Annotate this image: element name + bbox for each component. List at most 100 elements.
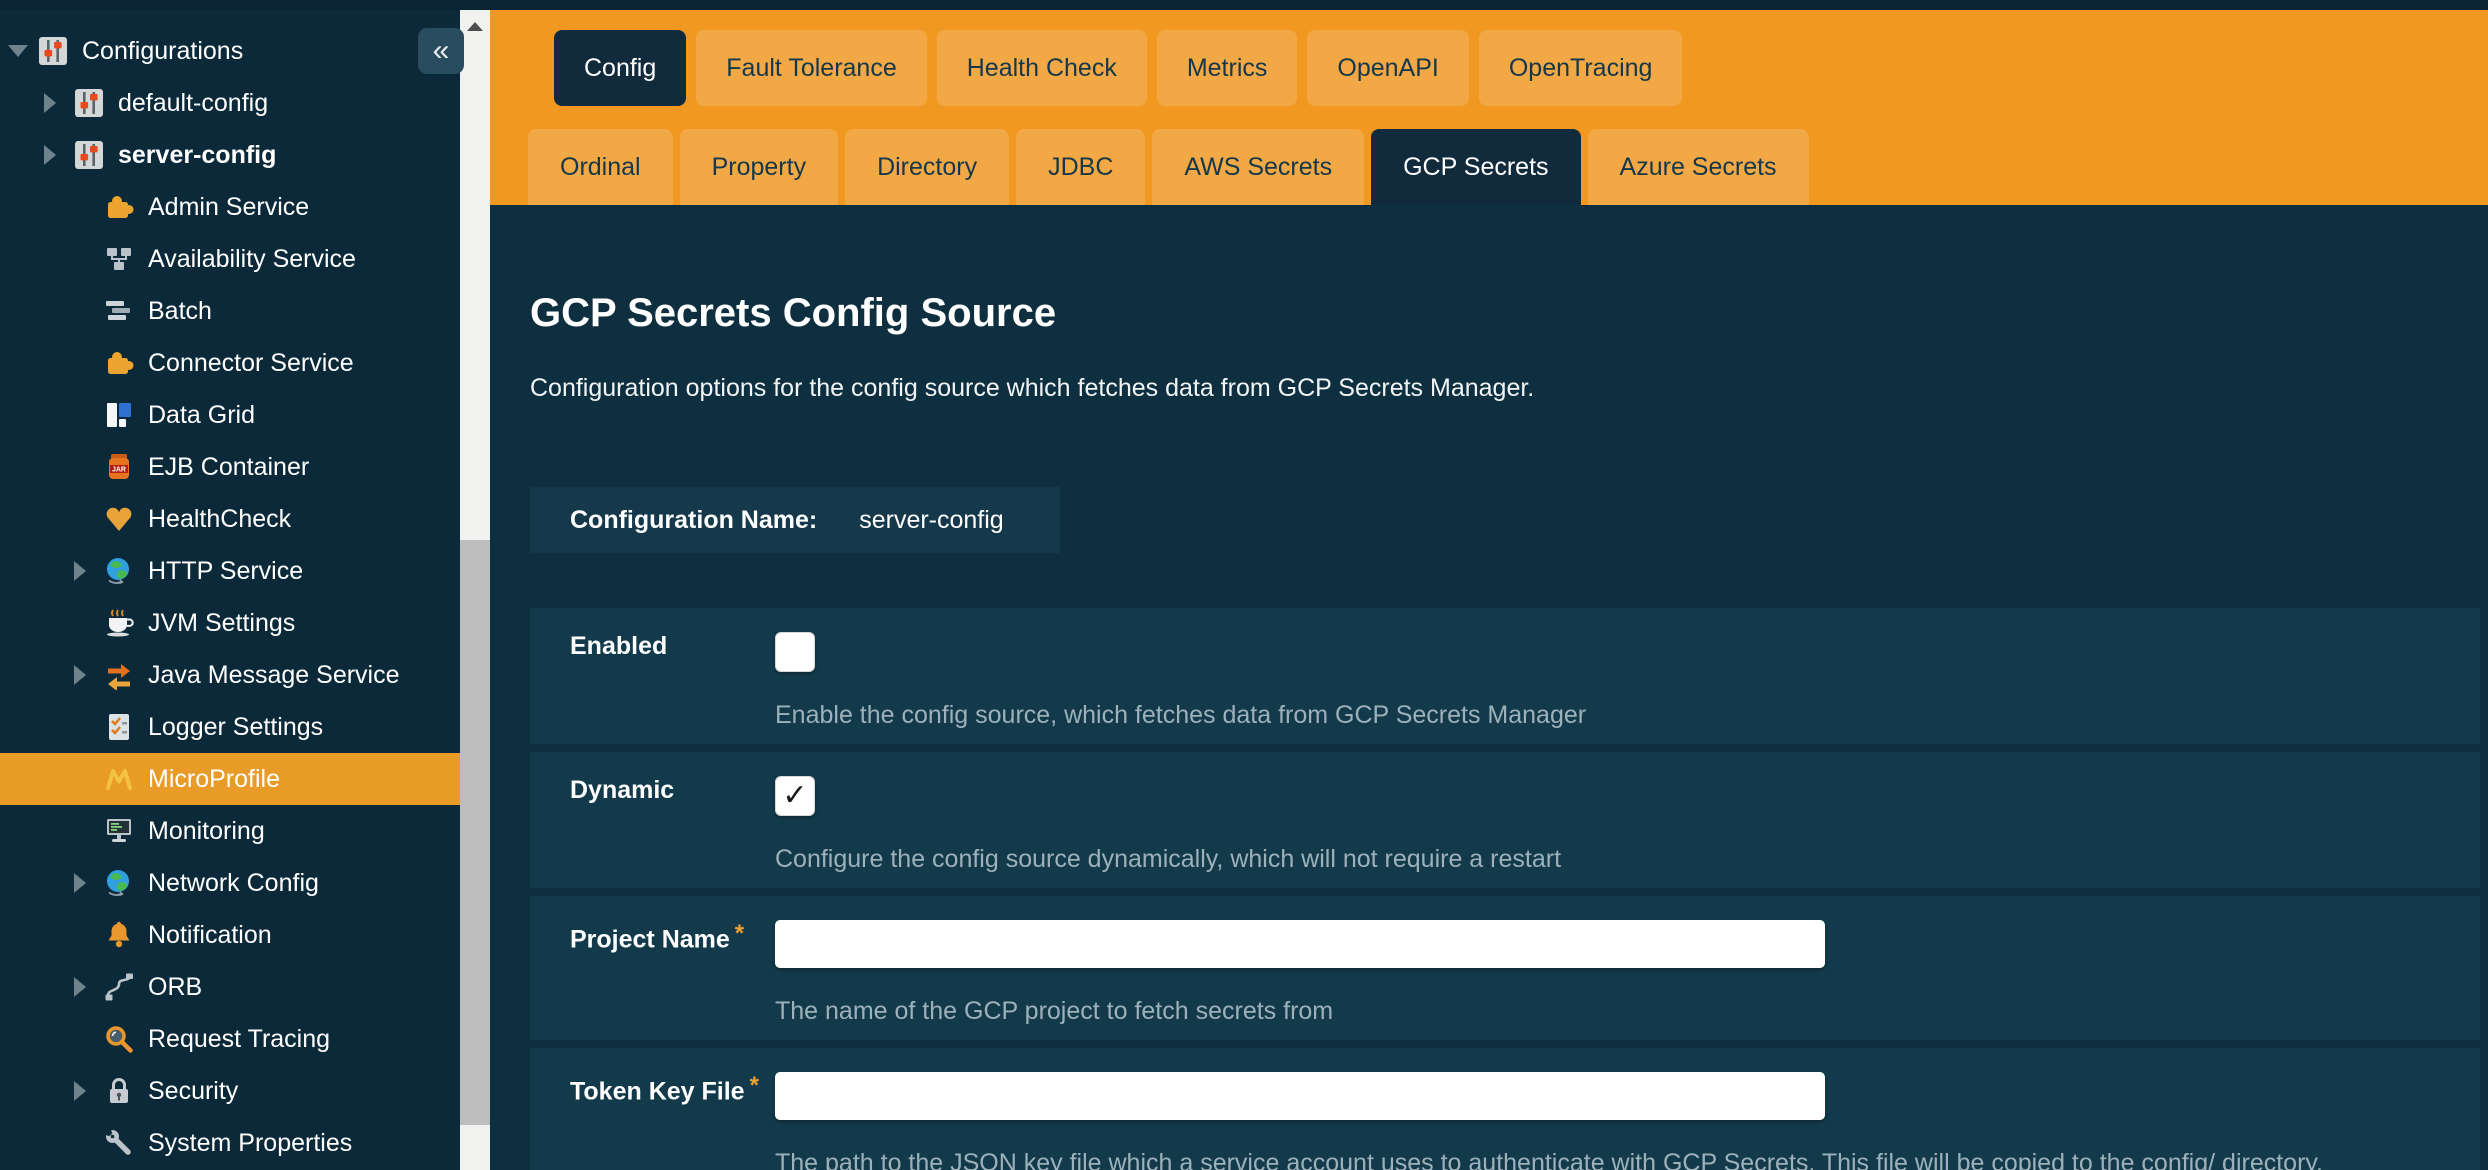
sidebar-item-network-config[interactable]: Network Config [0, 857, 460, 909]
arrows-icon [104, 660, 134, 690]
page-description: Configuration options for the config sou… [530, 373, 2488, 403]
sidebar-item-label: Configurations [82, 37, 243, 66]
tab-aws-secrets[interactable]: AWS Secrets [1152, 129, 1364, 205]
config-icon [74, 88, 104, 118]
tab-property[interactable]: Property [680, 129, 838, 205]
token-key-file-help-text: The path to the JSON key file which a se… [775, 1148, 2440, 1170]
sidebar-item-label: Logger Settings [148, 713, 323, 742]
bell-icon [104, 920, 134, 950]
tab-ordinal[interactable]: Ordinal [528, 129, 673, 205]
tab-gcp-secrets[interactable]: GCP Secrets [1371, 129, 1580, 205]
tab-fault-tolerance[interactable]: Fault Tolerance [696, 30, 926, 106]
globe-icon [104, 868, 134, 898]
expander-right-icon[interactable] [74, 665, 104, 685]
sidebar-item-label: Request Tracing [148, 1025, 330, 1054]
sidebar-item-label: Batch [148, 297, 212, 326]
sidebar-item-label: HTTP Service [148, 557, 303, 586]
sidebar-item-request-tracing[interactable]: Request Tracing [0, 1013, 460, 1065]
field-control-col: The name of the GCP project to fetch sec… [775, 920, 2480, 1026]
sidebar-item-jvm-settings[interactable]: JVM Settings [0, 597, 460, 649]
expander-right-icon[interactable] [74, 873, 104, 893]
tab-jdbc[interactable]: JDBC [1016, 129, 1145, 205]
tab-opentracing[interactable]: OpenTracing [1479, 30, 1683, 106]
required-asterisk: * [750, 1072, 759, 1099]
main-content: GCP Secrets Config Source Configuration … [490, 205, 2488, 1170]
field-control-col: Enable the config source, which fetches … [775, 632, 2480, 730]
configuration-name-panel: Configuration Name: server-config [530, 487, 1060, 553]
sidebar-item-batch[interactable]: Batch [0, 285, 460, 337]
sidebar-item-ejb-container[interactable]: JAREJB Container [0, 441, 460, 493]
expander-right-icon[interactable] [74, 977, 104, 997]
sidebar-item-server-config[interactable]: server-config [0, 129, 460, 181]
project-name-input[interactable] [775, 920, 1825, 968]
expander-right-icon[interactable] [74, 561, 104, 581]
sidebar-item-monitoring[interactable]: Monitoring [0, 805, 460, 857]
sidebar-item-label: Connector Service [148, 349, 354, 378]
checklist-icon [104, 712, 134, 742]
sidebar-item-label: Network Config [148, 869, 319, 898]
sidebar-item-healthcheck[interactable]: HealthCheck [0, 493, 460, 545]
expander-down-icon[interactable] [8, 45, 38, 57]
enabled-help-text: Enable the config source, which fetches … [775, 700, 2440, 730]
tab-metrics[interactable]: Metrics [1157, 30, 1298, 106]
expander-right-icon[interactable] [44, 145, 74, 165]
config-icon [74, 140, 104, 170]
sidebar-item-label: Notification [148, 921, 272, 950]
globe-icon [104, 556, 134, 586]
heart-icon [104, 504, 134, 534]
expander-right-icon[interactable] [44, 93, 74, 113]
sidebar-item-java-message-service[interactable]: Java Message Service [0, 649, 460, 701]
sidebar-item-availability-service[interactable]: Availability Service [0, 233, 460, 285]
field-label-col: Enabled [530, 632, 775, 730]
sidebar-item-connector-service[interactable]: Connector Service [0, 337, 460, 389]
sidebar-item-configurations[interactable]: Configurations [0, 25, 460, 77]
field-control-col: ✓ Configure the config source dynamically… [775, 776, 2480, 874]
availability-icon [104, 244, 134, 274]
sidebar-item-label: ORB [148, 973, 202, 1002]
sidebar-collapse-button[interactable]: « [418, 28, 464, 74]
tab-config[interactable]: Config [554, 30, 686, 106]
config-icon [38, 36, 68, 66]
field-row-token-key-file: Token Key File*The path to the JSON key … [530, 1048, 2480, 1170]
field-control-col: The path to the JSON key file which a se… [775, 1072, 2480, 1170]
sidebar-item-orb[interactable]: ORB [0, 961, 460, 1013]
dynamic-label: Dynamic [570, 776, 674, 804]
tab-azure-secrets[interactable]: Azure Secrets [1588, 129, 1809, 205]
sidebar-item-microprofile[interactable]: MicroProfile [0, 753, 460, 805]
sidebar-item-admin-service[interactable]: Admin Service [0, 181, 460, 233]
expander-right-icon[interactable] [74, 1081, 104, 1101]
sidebar-item-data-grid[interactable]: Data Grid [0, 389, 460, 441]
required-asterisk: * [735, 920, 744, 947]
scroll-up-icon[interactable] [467, 22, 483, 31]
tab-directory[interactable]: Directory [845, 129, 1009, 205]
scrollbar-thumb[interactable] [460, 540, 490, 1125]
sidebar-item-label: default-config [118, 89, 268, 118]
tab-health-check[interactable]: Health Check [937, 30, 1147, 106]
enabled-checkbox[interactable] [775, 632, 815, 672]
sidebar-scrollbar[interactable] [460, 10, 490, 1170]
sidebar-item-logger-settings[interactable]: Logger Settings [0, 701, 460, 753]
datagrid-icon [104, 400, 134, 430]
field-label-col: Project Name* [530, 920, 775, 1026]
sidebar-item-label: MicroProfile [148, 765, 280, 794]
sidebar-item-system-properties[interactable]: System Properties [0, 1117, 460, 1169]
configurations-tree-sidebar: Configurations default-config server-confi… [0, 10, 460, 1170]
sidebar-item-http-service[interactable]: HTTP Service [0, 545, 460, 597]
tab-openapi[interactable]: OpenAPI [1307, 30, 1468, 106]
primary-tab-bar: ConfigFault ToleranceHealth CheckMetrics… [554, 30, 1682, 106]
dynamic-checkbox[interactable]: ✓ [775, 776, 815, 816]
batch-icon [104, 296, 134, 326]
sidebar-item-notification[interactable]: Notification [0, 909, 460, 961]
dynamic-help-text: Configure the config source dynamically,… [775, 844, 2440, 874]
token-key-file-input[interactable] [775, 1072, 1825, 1120]
monitor-icon [104, 816, 134, 846]
sidebar-item-label: Java Message Service [148, 661, 400, 690]
field-row-project-name: Project Name*The name of the GCP project… [530, 896, 2480, 1040]
sidebar-item-label: System Properties [148, 1129, 352, 1158]
sidebar-item-security[interactable]: Security [0, 1065, 460, 1117]
configuration-name-label: Configuration Name: [570, 506, 817, 535]
field-label-col: Token Key File* [530, 1072, 775, 1170]
svg-text:JAR: JAR [112, 467, 126, 474]
field-row-dynamic: Dynamic ✓ Configure the config source dyna… [530, 752, 2480, 888]
sidebar-item-default-config[interactable]: default-config [0, 77, 460, 129]
